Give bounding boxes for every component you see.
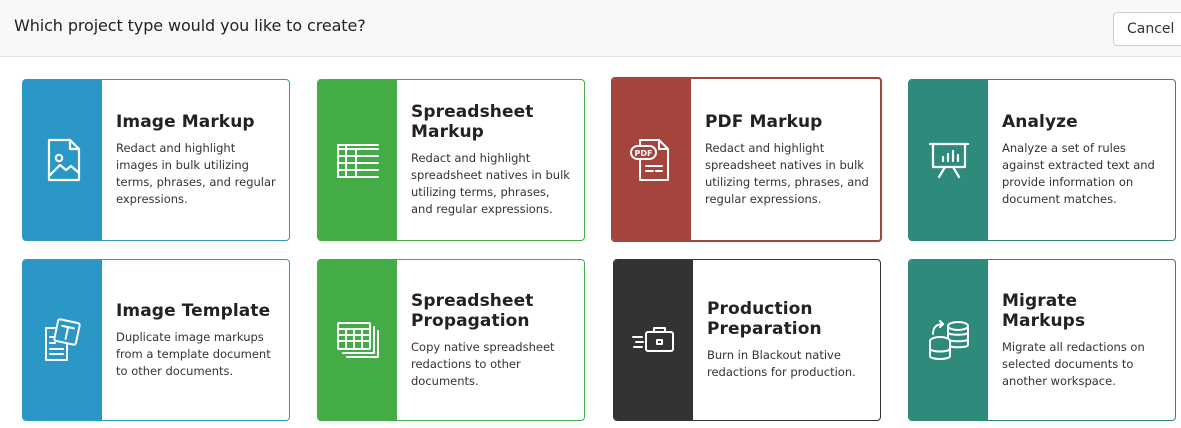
card-icon-band [318, 260, 397, 420]
card-description: Burn in Blackout native redactions for p… [707, 348, 856, 379]
project-type-card-pdf-markup[interactable]: PDF PDF Markup Redact and highlight spre… [611, 77, 882, 242]
project-type-card-spreadsheet-propagation[interactable]: Spreadsheet Propagation Copy native spre… [317, 259, 585, 421]
dialog-header: Which project type would you like to cre… [0, 0, 1181, 57]
card-description: Redact and highlight images in bulk util… [116, 141, 276, 206]
migrate-database-icon [928, 320, 969, 360]
dialog-title: Which project type would you like to cre… [14, 16, 366, 35]
card-description: Copy native spreadsheet redactions to ot… [411, 339, 555, 388]
template-document-icon [44, 318, 81, 361]
stacked-spreadsheets-icon [336, 322, 379, 358]
card-description: Redact and highlight spreadsheet natives… [705, 140, 869, 206]
card-icon-band [909, 260, 988, 420]
spreadsheet-icon [336, 144, 379, 178]
card-description: Migrate all redactions on selected docum… [1002, 339, 1145, 388]
card-icon-band [23, 260, 102, 420]
card-icon-band [318, 80, 397, 240]
project-type-card-analyze[interactable]: Analyze Analyze a set of rules against e… [908, 79, 1176, 241]
presentation-chart-icon [928, 142, 969, 179]
card-title: Image Template [116, 300, 271, 321]
pdf-file-icon: PDF [630, 138, 669, 181]
card-title: Spreadsheet Markup [411, 102, 534, 142]
svg-text:PDF: PDF [635, 149, 653, 158]
card-title: Production Preparation [707, 299, 822, 339]
card-title: PDF Markup [705, 111, 823, 132]
card-title: Image Markup [116, 112, 255, 132]
card-title: Migrate Markups [1002, 290, 1086, 331]
cancel-button[interactable]: Cancel [1113, 12, 1181, 46]
project-type-card-spreadsheet-markup[interactable]: Spreadsheet Markup Redact and highlight … [317, 79, 585, 241]
project-type-card-image-markup[interactable]: Image Markup Redact and highlight images… [22, 79, 290, 241]
card-icon-band [23, 80, 102, 240]
card-description: Analyze a set of rules against extracted… [1002, 141, 1155, 206]
card-icon-band: PDF [613, 79, 691, 240]
card-icon-band [909, 80, 988, 240]
card-description: Duplicate image markups from a template … [116, 329, 271, 378]
card-title: Spreadsheet Propagation [411, 290, 534, 331]
project-type-card-migrate-markups[interactable]: Migrate Markups Migrate all redactions o… [908, 259, 1176, 421]
moving-briefcase-icon [631, 327, 674, 352]
image-file-icon [47, 138, 80, 182]
project-type-card-production-preparation[interactable]: Production Preparation Burn in Blackout … [613, 259, 881, 421]
project-type-card-image-template[interactable]: Image Template Duplicate image markups f… [22, 259, 290, 421]
card-icon-band [614, 260, 693, 420]
card-description: Redact and highlight spreadsheet natives… [411, 151, 570, 216]
card-title: Analyze [1002, 112, 1078, 132]
